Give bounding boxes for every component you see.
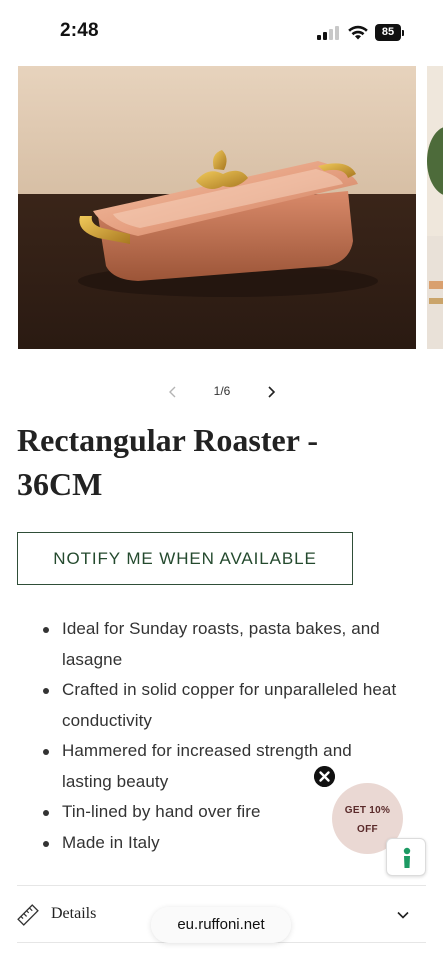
next-product-photo-partial-icon (427, 66, 443, 349)
feature-line: lasting beauty (62, 771, 169, 791)
feature-line: Hammered for increased strength and (62, 741, 352, 760)
close-icon[interactable] (314, 766, 335, 787)
gallery-pagination: 1/6 (0, 382, 443, 402)
status-bar: 2:48 85 (0, 0, 443, 64)
accessibility-button[interactable] (386, 838, 426, 876)
product-gallery[interactable] (0, 66, 443, 350)
accessibility-icon (403, 847, 411, 868)
details-label: Details (51, 905, 97, 922)
product-title-line2: 36CM (17, 466, 103, 502)
chevron-left-icon[interactable] (164, 382, 182, 402)
battery-icon: 85 (375, 24, 404, 41)
wifi-icon (348, 25, 368, 40)
feature-line: conductivity (62, 710, 153, 730)
browser-address-bar[interactable]: eu.ruffoni.net (151, 907, 291, 943)
notify-me-button[interactable]: NOTIFY ME WHEN AVAILABLE (17, 532, 353, 585)
next-product-image[interactable] (427, 66, 443, 349)
gallery-counter: 1/6 (213, 384, 231, 398)
feature-line: Tin-lined by hand over fire (62, 802, 261, 821)
feature-line: Made in Italy (62, 832, 160, 852)
cellular-signal-icon (317, 26, 341, 40)
bullet-icon (43, 840, 49, 847)
feature-item: Crafted in solid copper for unparalleled… (40, 675, 432, 736)
ruler-icon (17, 904, 39, 926)
feature-item: Ideal for Sunday roasts, pasta bakes, an… (40, 614, 432, 675)
bullet-icon (43, 749, 49, 755)
copper-roaster-photo-icon (18, 66, 416, 349)
bullet-icon (43, 688, 49, 694)
chevron-down-icon (397, 911, 409, 919)
product-title: Rectangular Roaster - 36CM (17, 418, 417, 506)
battery-level: 85 (375, 24, 401, 41)
bullet-icon (43, 810, 49, 816)
feature-line: Crafted in solid copper for unparalleled… (62, 680, 397, 699)
discount-line1: GET 10% (344, 805, 391, 816)
copper-roaster-image[interactable] (18, 66, 416, 349)
discount-line2: OFF (357, 824, 378, 835)
status-time: 2:48 (60, 20, 99, 41)
feature-line: Ideal for Sunday roasts, pasta bakes, an… (62, 619, 380, 638)
product-title-line1: Rectangular Roaster - (17, 422, 318, 458)
chevron-right-icon[interactable] (262, 382, 280, 402)
bullet-icon (43, 627, 49, 633)
feature-line: lasagne (62, 649, 123, 669)
